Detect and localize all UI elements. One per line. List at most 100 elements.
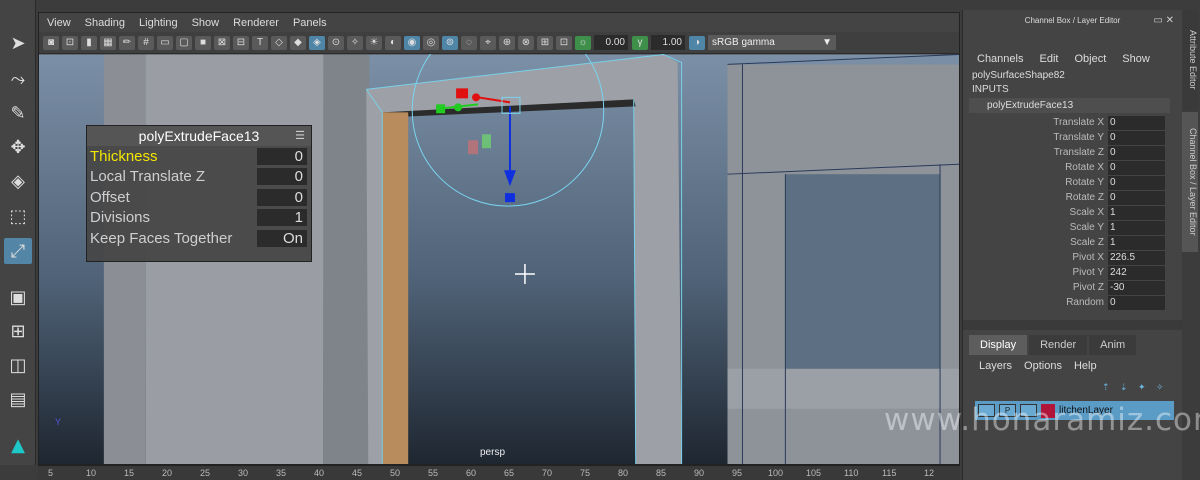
hud-menu-icon[interactable]: ☰ xyxy=(295,126,305,146)
attr-row[interactable]: Scale Y 1 xyxy=(963,220,1168,235)
two-pane-layout-icon[interactable]: ◫ xyxy=(4,352,32,378)
maya-logo-icon[interactable]: ▲ xyxy=(4,432,32,458)
isolate-select-icon[interactable]: ⌖ xyxy=(480,35,496,50)
tab-render[interactable]: Render xyxy=(1029,335,1088,355)
hud-row-local-translate-z[interactable]: Local Translate Z 0 xyxy=(87,167,311,188)
attr-row[interactable]: Pivot X 226.5 xyxy=(963,250,1168,265)
xray-joints-icon[interactable]: ⊕ xyxy=(499,35,515,50)
menu-layers[interactable]: Layers xyxy=(979,360,1012,372)
four-pane-layout-icon[interactable]: ⊞ xyxy=(4,318,32,344)
bookmark-icon[interactable]: ▮ xyxy=(81,35,97,50)
attr-value[interactable]: 1 xyxy=(1108,235,1165,250)
attr-value[interactable]: 0 xyxy=(1108,175,1165,190)
move-tool-icon[interactable]: ✥ xyxy=(4,134,32,160)
hud-value[interactable]: 1 xyxy=(257,209,307,227)
menu-renderer[interactable]: Renderer xyxy=(233,17,279,29)
attr-value[interactable]: 0 xyxy=(1108,145,1165,160)
attr-row[interactable]: Rotate Y 0 xyxy=(963,175,1168,190)
menu-shading[interactable]: Shading xyxy=(85,17,125,29)
grease-pencil-icon[interactable]: ✏ xyxy=(119,35,135,50)
wireframe-icon[interactable]: ◇ xyxy=(271,35,287,50)
new-layer-icon[interactable]: ✦ xyxy=(1138,382,1150,392)
camera-attributes-icon[interactable]: ⊡ xyxy=(62,35,78,50)
move-layer-down-icon[interactable]: ⇣ xyxy=(1120,382,1132,392)
menu-panels[interactable]: Panels xyxy=(293,17,327,29)
move-layer-up-icon[interactable]: ⇡ xyxy=(1102,382,1114,392)
grid-icon[interactable]: # xyxy=(138,35,154,50)
image-plane-icon[interactable]: ▦ xyxy=(100,35,116,50)
resolution-gate-icon[interactable]: ▢ xyxy=(176,35,192,50)
attr-value[interactable]: 1 xyxy=(1108,220,1165,235)
anti-aliasing-icon[interactable]: ⊚ xyxy=(442,35,458,50)
gamma-field[interactable]: 1.00 xyxy=(651,35,685,50)
side-tab-channel-box[interactable]: Channel Box / Layer Editor xyxy=(1182,112,1198,252)
single-pane-layout-icon[interactable]: ▣ xyxy=(4,284,32,310)
color-space-select[interactable]: sRGB gamma ▼ xyxy=(708,35,836,50)
tab-display[interactable]: Display xyxy=(969,335,1028,355)
attr-value[interactable]: 242 xyxy=(1108,265,1165,280)
smooth-shade-icon[interactable]: ◆ xyxy=(290,35,306,50)
hud-row-offset[interactable]: Offset 0 xyxy=(87,187,311,208)
attr-row[interactable]: Translate Z 0 xyxy=(963,145,1168,160)
side-tab-attribute-editor[interactable]: Attribute Editor xyxy=(1182,10,1198,110)
scale-tool-icon[interactable]: ⬚ xyxy=(4,203,32,229)
attr-row[interactable]: Translate Y 0 xyxy=(963,130,1168,145)
tab-anim[interactable]: Anim xyxy=(1089,335,1137,355)
exposure-field[interactable]: 0.00 xyxy=(594,35,628,50)
hud-icon[interactable]: ⊞ xyxy=(537,35,553,50)
select-tool-icon[interactable]: ➤ xyxy=(4,30,32,56)
hud-value[interactable]: 0 xyxy=(257,147,307,165)
safe-title-icon[interactable]: T xyxy=(252,35,268,50)
hud-row-keep-faces-together[interactable]: Keep Faces Together On xyxy=(87,228,311,249)
attr-value[interactable]: 1 xyxy=(1108,205,1165,220)
menu-edit[interactable]: Edit xyxy=(1039,53,1058,65)
input-node-name[interactable]: polyExtrudeFace13 xyxy=(969,98,1170,113)
attr-row[interactable]: Pivot Y 242 xyxy=(963,265,1168,280)
lasso-tool-icon[interactable]: ⤳ xyxy=(4,66,32,92)
in-view-editor[interactable]: polyExtrudeFace13 ☰ Thickness 0 Local Tr… xyxy=(86,125,312,262)
menu-options[interactable]: Options xyxy=(1024,360,1062,372)
menu-view[interactable]: View xyxy=(47,17,71,29)
menu-object[interactable]: Object xyxy=(1074,53,1106,65)
rotate-tool-icon[interactable]: ◈ xyxy=(4,168,32,194)
attr-value[interactable]: 0 xyxy=(1108,295,1165,310)
attr-row[interactable]: Random 0 xyxy=(963,295,1168,310)
gate-mask-icon[interactable]: ■ xyxy=(195,35,211,50)
color-management-icon[interactable]: ◑ xyxy=(689,35,705,50)
multisample-icon[interactable]: ⊡ xyxy=(556,35,572,50)
new-layer-from-selected-icon[interactable]: ✧ xyxy=(1156,382,1168,392)
attr-row[interactable]: Rotate Z 0 xyxy=(963,190,1168,205)
attr-value[interactable]: 0 xyxy=(1108,190,1165,205)
hud-row-thickness[interactable]: Thickness 0 xyxy=(87,146,311,167)
attr-row[interactable]: Scale Z 1 xyxy=(963,235,1168,250)
textured-icon[interactable]: ✧ xyxy=(347,35,363,50)
outliner-layout-icon[interactable]: ▤ xyxy=(4,386,32,412)
wireframe-on-shaded-icon[interactable]: ◈ xyxy=(309,35,325,50)
field-chart-icon[interactable]: ⊠ xyxy=(214,35,230,50)
menu-channels[interactable]: Channels xyxy=(977,53,1023,65)
ambient-occlusion-icon[interactable]: ◉ xyxy=(404,35,420,50)
shape-node-name[interactable]: polySurfaceShape82 xyxy=(963,69,1182,83)
use-all-lights-icon[interactable]: ☀ xyxy=(366,35,382,50)
attr-value[interactable]: 0 xyxy=(1108,160,1165,175)
close-icon[interactable]: ▭ ✕ xyxy=(1153,10,1174,32)
attr-row[interactable]: Pivot Z -30 xyxy=(963,280,1168,295)
motion-blur-icon[interactable]: ◎ xyxy=(423,35,439,50)
xray-active-icon[interactable]: ⊗ xyxy=(518,35,534,50)
safe-action-icon[interactable]: ⊟ xyxy=(233,35,249,50)
film-gate-icon[interactable]: ▭ xyxy=(157,35,173,50)
time-slider[interactable]: 5 10 15 20 25 30 35 40 45 50 55 60 65 70… xyxy=(38,465,960,480)
camera-icon[interactable]: ◙ xyxy=(43,35,59,50)
attr-row[interactable]: Translate X 0 xyxy=(963,115,1168,130)
attr-row[interactable]: Rotate X 0 xyxy=(963,160,1168,175)
attr-row[interactable]: Scale X 1 xyxy=(963,205,1168,220)
panel-divider[interactable] xyxy=(963,320,1182,330)
attr-value[interactable]: 226.5 xyxy=(1108,250,1165,265)
menu-lighting[interactable]: Lighting xyxy=(139,17,178,29)
last-tool-icon[interactable]: ⤢ xyxy=(4,238,32,264)
hud-value[interactable]: 0 xyxy=(257,188,307,206)
attr-value[interactable]: 0 xyxy=(1108,130,1165,145)
attr-value[interactable]: -30 xyxy=(1108,280,1165,295)
paint-select-tool-icon[interactable]: ✎ xyxy=(4,100,32,126)
xray-icon[interactable]: ⊙ xyxy=(328,35,344,50)
